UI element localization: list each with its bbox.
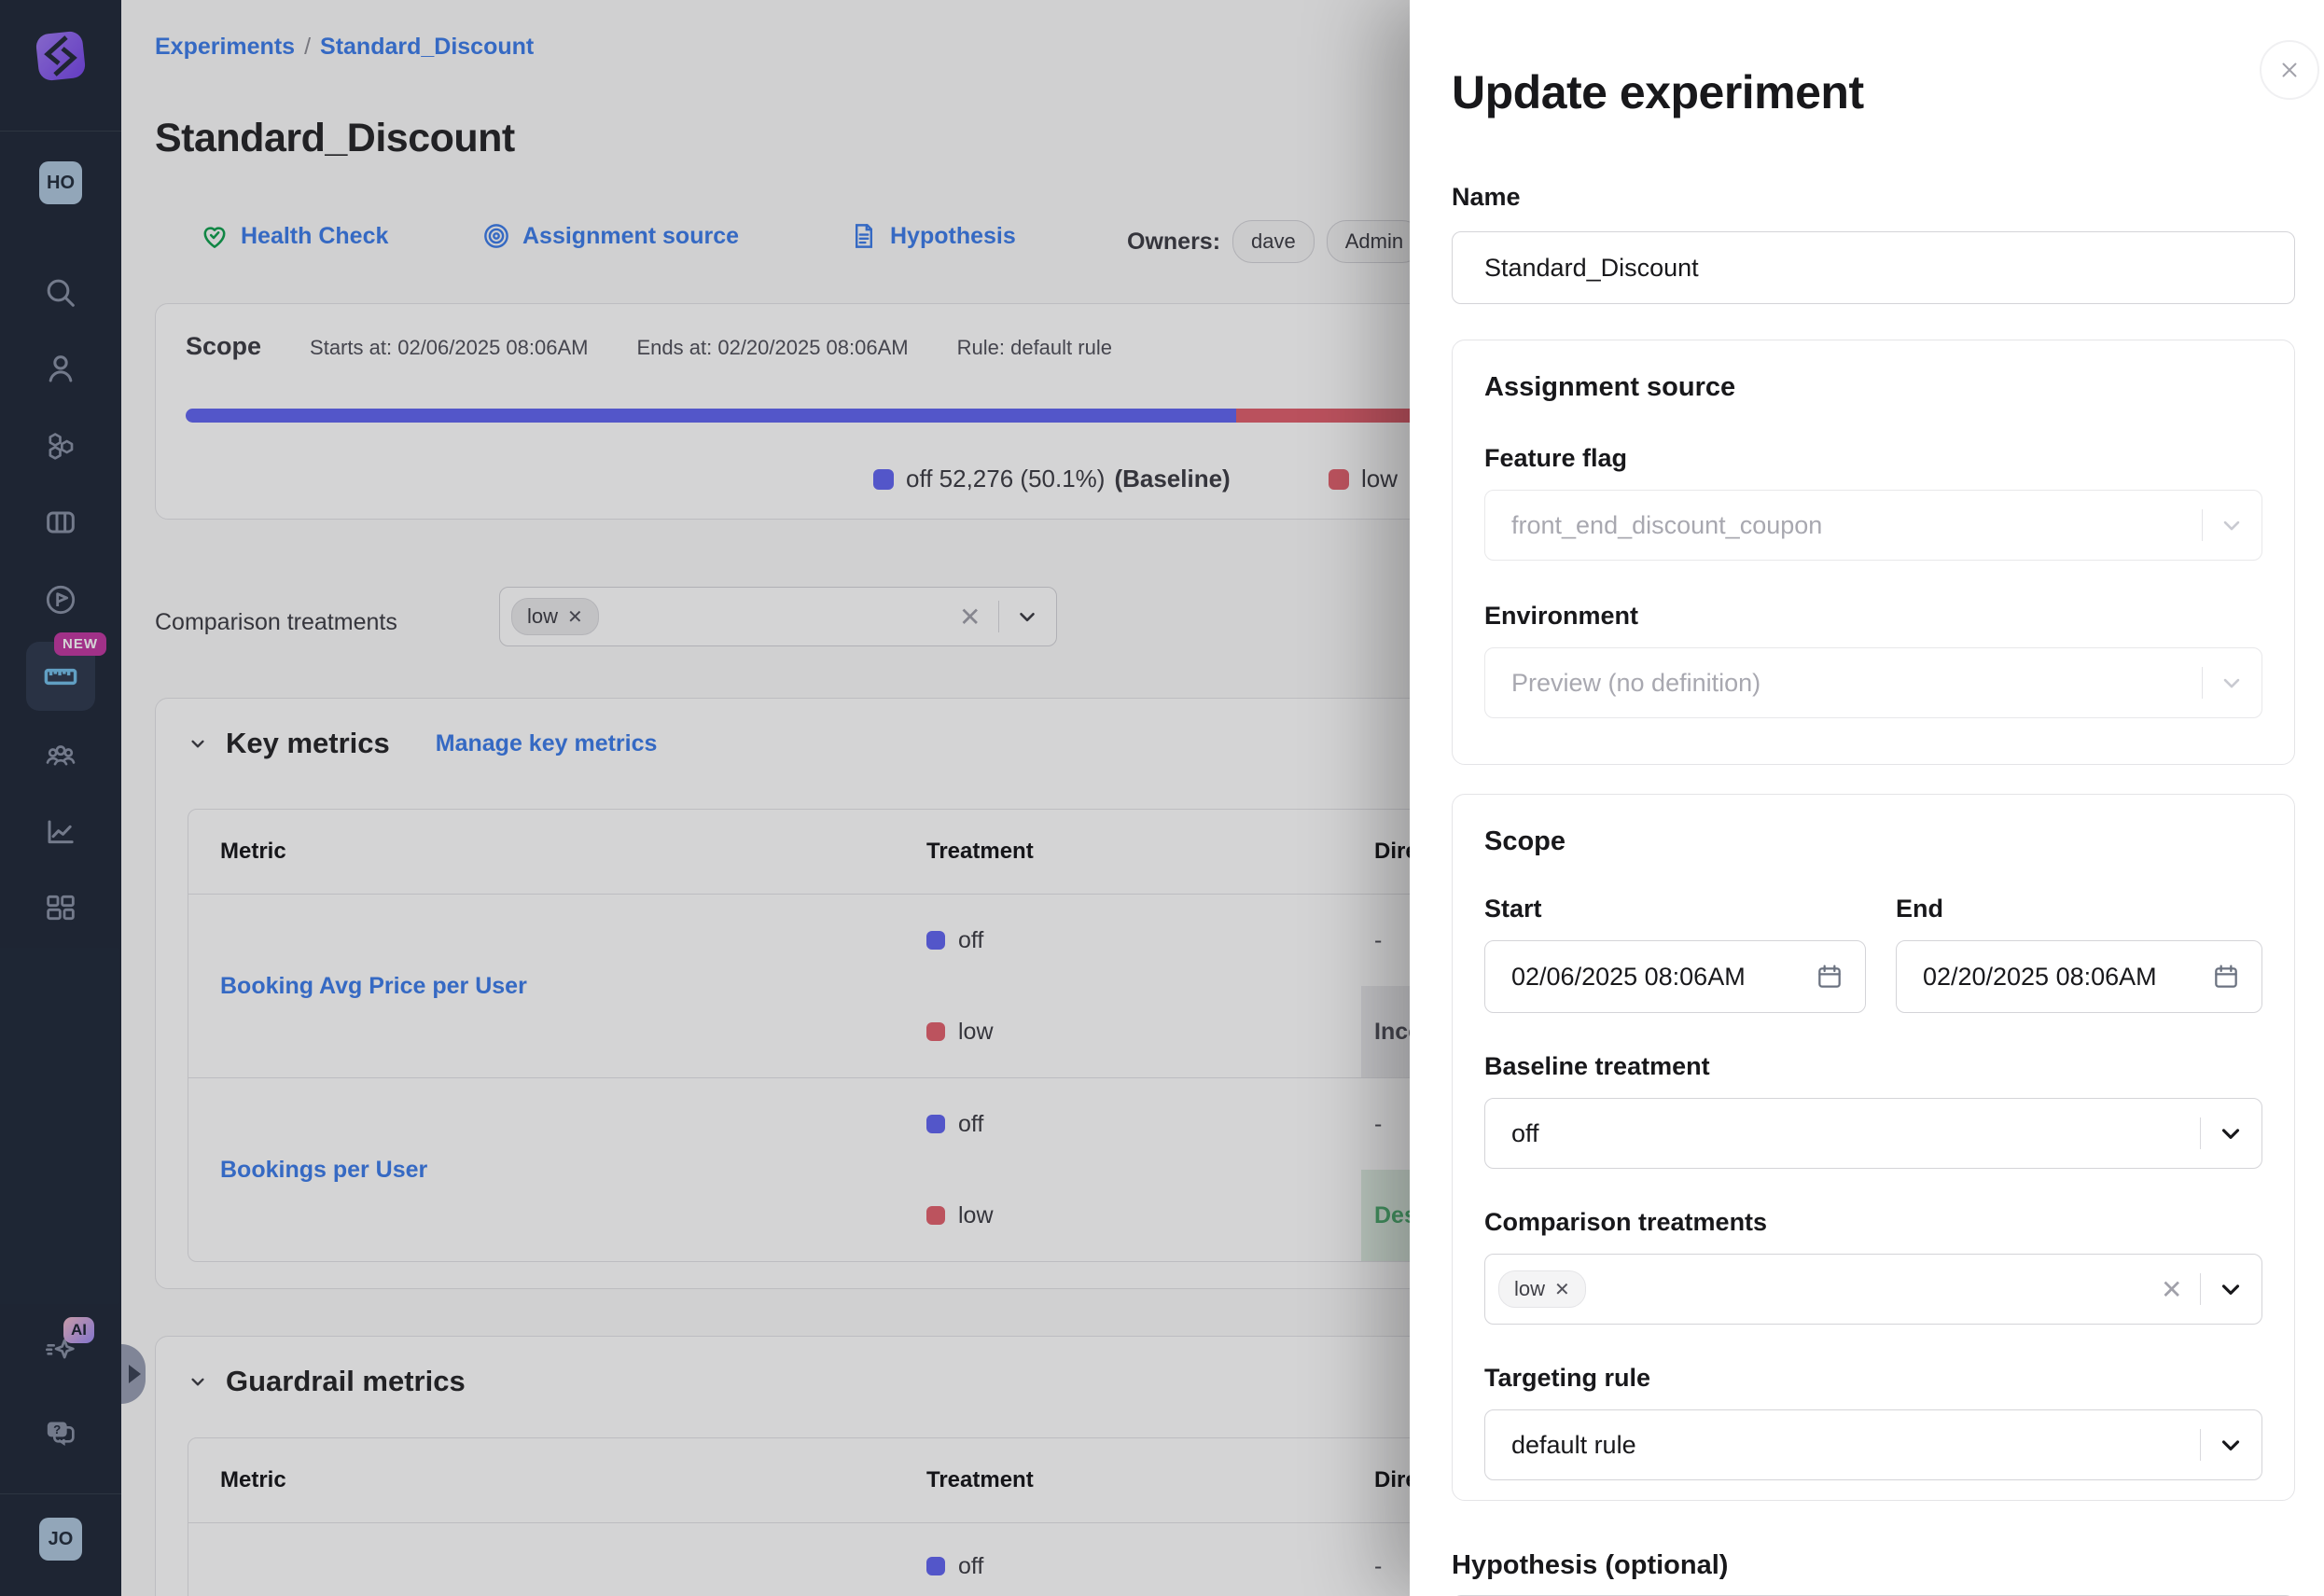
calendar-icon — [2211, 962, 2241, 992]
environment-label: Environment — [1484, 602, 2262, 631]
hypothesis-optional-label: Hypothesis (optional) — [1452, 1550, 1728, 1581]
assignment-source-heading: Assignment source — [1484, 372, 2262, 403]
start-label: Start — [1484, 895, 1866, 923]
treatment-chip-low[interactable]: low✕ — [1498, 1270, 1586, 1308]
modal-backdrop[interactable] — [0, 0, 1410, 1596]
scope-heading: Scope — [1484, 826, 2262, 857]
end-date-input[interactable]: 02/20/2025 08:06AM — [1896, 940, 2262, 1013]
scope-form-card: Scope Start 02/06/2025 08:06AM End 02/20… — [1452, 794, 2295, 1501]
assignment-source-card: Assignment source Feature flag front_end… — [1452, 340, 2295, 765]
baseline-treatment-label: Baseline treatment — [1484, 1052, 2262, 1081]
baseline-treatment-select[interactable]: off — [1484, 1098, 2262, 1169]
comparison-treatments-select[interactable]: low✕ ✕ — [1484, 1254, 2262, 1325]
close-button[interactable] — [2260, 40, 2319, 100]
comparison-treatments-label: Comparison treatments — [1484, 1208, 2262, 1237]
select-divider — [2200, 1117, 2202, 1149]
scope-dates-row: Start 02/06/2025 08:06AM End 02/20/2025 … — [1484, 895, 2262, 1013]
name-label: Name — [1452, 183, 1521, 212]
app: HO NEW — [0, 0, 2324, 1596]
close-icon — [2277, 58, 2302, 82]
chevron-down-icon[interactable] — [2217, 1119, 2245, 1147]
select-divider — [2202, 667, 2204, 699]
chevron-down-icon[interactable] — [2217, 1431, 2245, 1459]
start-date-input[interactable]: 02/06/2025 08:06AM — [1484, 940, 1866, 1013]
panel-title: Update experiment — [1452, 65, 1864, 119]
chevron-down-icon — [2219, 670, 2245, 696]
select-divider — [2200, 1273, 2202, 1305]
end-label: End — [1896, 895, 2262, 923]
targeting-rule-select[interactable]: default rule — [1484, 1409, 2262, 1480]
chevron-down-icon — [2219, 512, 2245, 538]
feature-flag-label: Feature flag — [1484, 444, 2262, 473]
chip-remove-icon[interactable]: ✕ — [1554, 1278, 1570, 1301]
environment-select[interactable]: Preview (no definition) — [1484, 647, 2262, 718]
select-divider — [2202, 509, 2204, 541]
clear-icon[interactable]: ✕ — [2161, 1274, 2182, 1305]
name-input[interactable]: Standard_Discount — [1452, 231, 2295, 304]
chevron-down-icon[interactable] — [2217, 1275, 2245, 1303]
calendar-icon — [1815, 962, 1844, 992]
select-divider — [2200, 1429, 2202, 1461]
targeting-rule-label: Targeting rule — [1484, 1364, 2262, 1393]
update-experiment-panel: Update experiment Name Standard_Discount… — [1410, 0, 2324, 1596]
feature-flag-select[interactable]: front_end_discount_coupon — [1484, 490, 2262, 561]
